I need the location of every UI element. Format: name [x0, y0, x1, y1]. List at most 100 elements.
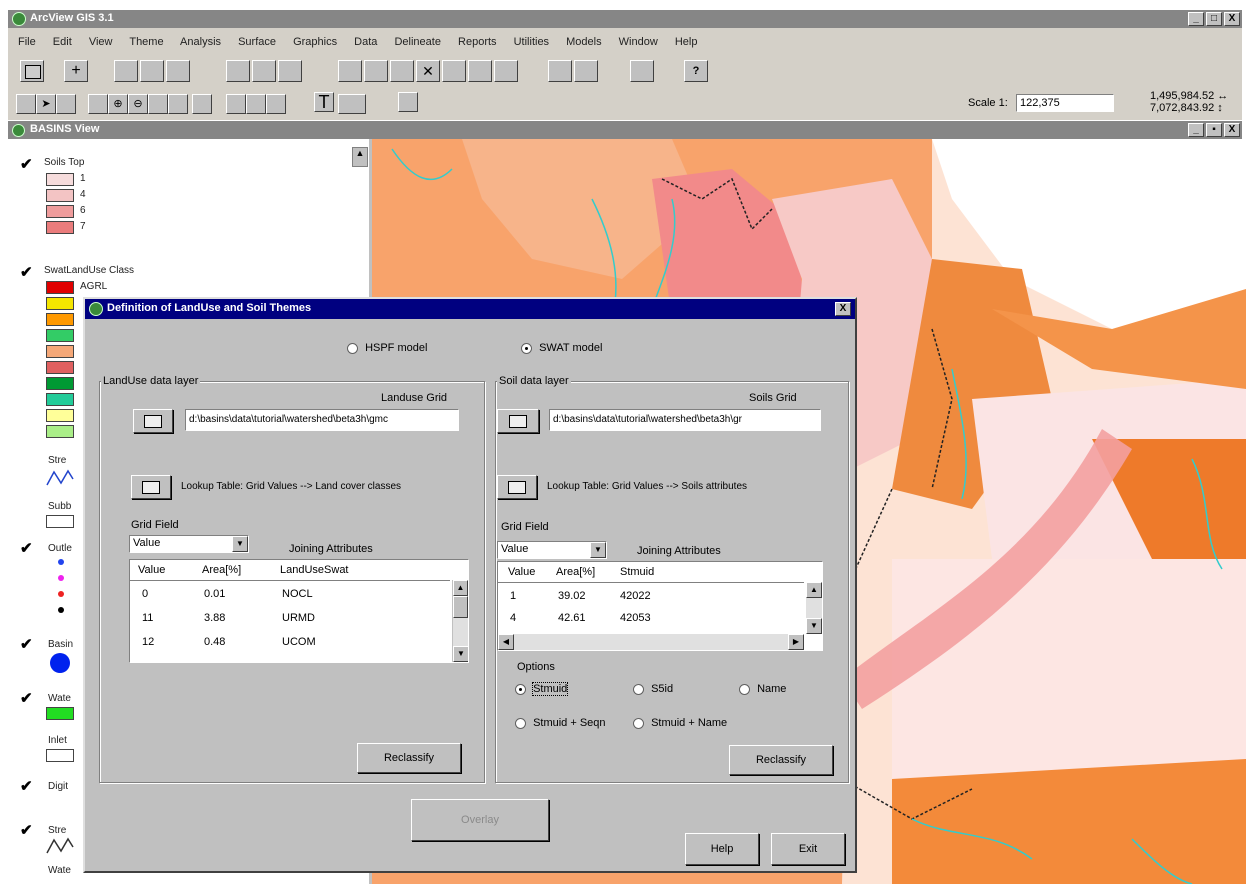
landuse-col-landuseswat[interactable]: LandUseSwat [280, 564, 349, 576]
streams-theme-title[interactable]: Stre [48, 455, 66, 466]
menu-reports[interactable]: Reports [458, 36, 497, 48]
menu-window[interactable]: Window [619, 36, 658, 48]
landuse-lookup-button[interactable] [131, 475, 171, 499]
query-icon[interactable] [278, 60, 302, 82]
landuse-browse-button[interactable] [133, 409, 173, 433]
stmuid-seqn-option-radio[interactable]: Stmuid + Seqn [515, 717, 606, 729]
zoom-out-icon[interactable] [442, 60, 466, 82]
digitized-visibility-checkbox[interactable]: ✔ [20, 777, 33, 795]
text-icon[interactable]: T [314, 92, 334, 112]
landuse-reclassify-button[interactable]: Reclassify [357, 743, 461, 773]
scroll-left-icon[interactable]: ◀ [498, 634, 514, 650]
landuse-grid-path-field[interactable]: d:\basins\data\tutorial\watershed\beta3h… [185, 409, 459, 431]
landuse-visibility-checkbox[interactable]: ✔ [20, 263, 33, 281]
zoom-selected-icon[interactable] [390, 60, 414, 82]
hotlink-icon[interactable] [192, 94, 212, 114]
view-close-button[interactable]: X [1224, 123, 1240, 137]
view-maximize-button[interactable]: ▪ [1206, 123, 1222, 137]
menu-view[interactable]: View [89, 36, 113, 48]
text-tool-icon[interactable] [266, 94, 286, 114]
soil-col-value[interactable]: Value [508, 566, 535, 578]
soil-col-stmuid[interactable]: Stmuid [620, 566, 654, 578]
open-table-icon[interactable] [166, 60, 190, 82]
pointer-icon[interactable]: ➤ [36, 94, 56, 114]
stmuid-option-radio[interactable]: Stmuid [515, 682, 569, 696]
find-icon[interactable] [226, 60, 250, 82]
locate-icon[interactable] [252, 60, 276, 82]
measure-icon[interactable] [168, 94, 188, 114]
scale-input[interactable] [1016, 94, 1114, 112]
landuse-attribute-table[interactable]: Value Area[%] LandUseSwat 0 0.01 NOCL 11… [129, 559, 469, 663]
chevron-down-icon[interactable]: ▼ [232, 536, 248, 552]
outlets-theme-title[interactable]: Outle [48, 543, 72, 554]
stmuid-radio-circle[interactable] [515, 683, 526, 695]
soil-reclassify-button[interactable]: Reclassify [729, 745, 833, 775]
streams2-theme-title[interactable]: Stre [48, 825, 66, 836]
scroll-right-icon[interactable]: ▶ [788, 634, 804, 650]
soil-lookup-button[interactable] [497, 475, 537, 499]
soil-table-hscrollbar[interactable]: ◀ ▶ [498, 634, 804, 650]
soils-visibility-checkbox[interactable]: ✔ [20, 155, 33, 173]
area-of-interest-icon[interactable] [246, 94, 266, 114]
zoom-in-icon[interactable]: ✕ [416, 60, 440, 82]
soil-browse-button[interactable] [497, 409, 539, 433]
zoom-active-icon[interactable] [364, 60, 388, 82]
menu-utilities[interactable]: Utilities [514, 36, 549, 48]
s5id-radio-circle[interactable] [633, 683, 644, 695]
table-row[interactable]: 12 0.48 UCOM [130, 632, 448, 654]
soil-grid-field-select[interactable]: Value ▼ [497, 541, 607, 559]
app-minimize-button[interactable]: _ [1188, 12, 1204, 26]
menu-data[interactable]: Data [354, 36, 377, 48]
menu-delineate[interactable]: Delineate [394, 36, 440, 48]
landuse-grid-field-select[interactable]: Value ▼ [129, 535, 249, 553]
theme-properties-icon[interactable] [114, 60, 138, 82]
soil-grid-path-field[interactable]: d:\basins\data\tutorial\watershed\beta3h… [549, 409, 821, 431]
table-row[interactable]: 4 42.61 42053 [498, 608, 802, 630]
hspf-radio-circle[interactable] [347, 342, 358, 354]
exit-button[interactable]: Exit [771, 833, 845, 865]
digitized-theme-title[interactable]: Digit [48, 781, 68, 792]
swat-radio-circle[interactable] [521, 342, 532, 354]
table-row[interactable]: 0 0.01 NOCL [130, 584, 448, 606]
menu-surface[interactable]: Surface [238, 36, 276, 48]
help-button[interactable]: Help [685, 833, 759, 865]
edit-legend-icon[interactable] [140, 60, 164, 82]
app-close-button[interactable]: X [1224, 12, 1240, 26]
zoom-full-icon[interactable] [338, 60, 362, 82]
menu-theme[interactable]: Theme [129, 36, 163, 48]
select-by-graphic-icon[interactable] [548, 60, 572, 82]
scroll-up-icon[interactable]: ▲ [806, 582, 822, 598]
soil-attribute-table[interactable]: Value Area[%] Stmuid 1 39.02 42022 4 42.… [497, 561, 823, 651]
subbasins-theme-title[interactable]: Subb [48, 501, 71, 512]
menu-file[interactable]: File [18, 36, 36, 48]
label-icon[interactable] [226, 94, 246, 114]
app-maximize-button[interactable]: □ [1206, 12, 1222, 26]
overlay-button[interactable]: Overlay [411, 799, 549, 841]
stmuid-name-radio-circle[interactable] [633, 717, 644, 729]
toc-scrollbar[interactable]: ▲ [352, 147, 368, 167]
streams2-visibility-checkbox[interactable]: ✔ [20, 821, 33, 839]
name-radio-circle[interactable] [739, 683, 750, 695]
pan-icon[interactable] [148, 94, 168, 114]
menu-help[interactable]: Help [675, 36, 698, 48]
basin-visibility-checkbox[interactable]: ✔ [20, 635, 33, 653]
swat-model-radio[interactable]: SWAT model [521, 342, 602, 354]
basin-theme-title[interactable]: Basin [48, 639, 73, 650]
zoom-out-tool-icon[interactable]: ⊖ [128, 94, 148, 114]
table-row[interactable]: 11 3.88 URMD [130, 608, 448, 630]
outlets-visibility-checkbox[interactable]: ✔ [20, 539, 33, 557]
menu-graphics[interactable]: Graphics [293, 36, 337, 48]
watershed-icon[interactable] [630, 60, 654, 82]
inlet-theme-title[interactable]: Inlet [48, 735, 67, 746]
soils-theme-title[interactable]: Soils Top [44, 157, 84, 168]
dialog-close-button[interactable]: X [835, 302, 851, 316]
save-icon[interactable] [20, 60, 44, 82]
scroll-thumb[interactable] [453, 596, 468, 618]
table-row[interactable]: 1 39.02 42022 [498, 586, 802, 608]
stream-icon[interactable] [398, 92, 418, 112]
stmuid-seqn-radio-circle[interactable] [515, 717, 526, 729]
menu-analysis[interactable]: Analysis [180, 36, 221, 48]
draw-rectangle-icon[interactable] [338, 94, 366, 114]
menu-models[interactable]: Models [566, 36, 601, 48]
soil-table-vscrollbar[interactable]: ▲ ▼ [806, 582, 822, 634]
